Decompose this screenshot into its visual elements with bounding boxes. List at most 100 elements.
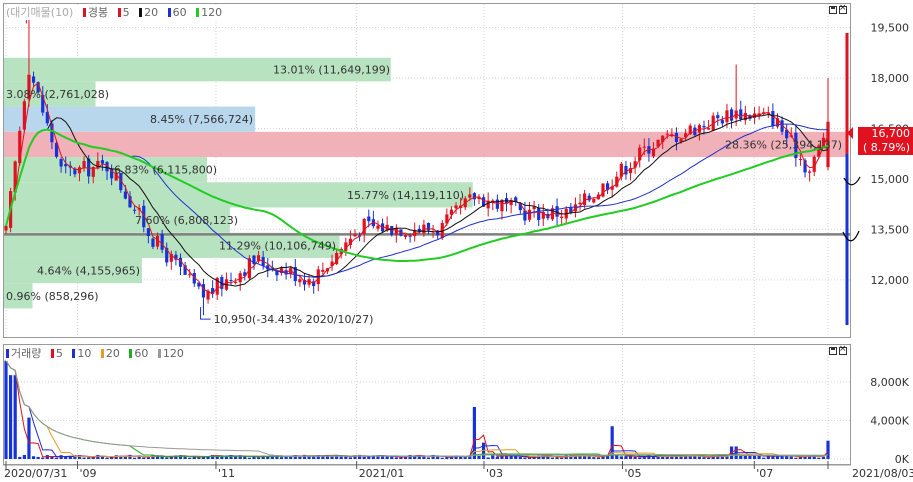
x-tick-label: '07 bbox=[756, 467, 773, 480]
candle-body bbox=[665, 133, 669, 135]
volume-bar bbox=[794, 457, 798, 459]
price-y-tick-label: 13,500 bbox=[871, 223, 910, 236]
candle-body bbox=[798, 158, 803, 160]
volume-bar bbox=[518, 456, 522, 459]
volume-profile-label: 3.08% (2,761,028) bbox=[6, 88, 109, 101]
volume-bar bbox=[477, 455, 481, 459]
candle-body bbox=[298, 279, 302, 283]
candle-body bbox=[100, 160, 105, 164]
volume-bar bbox=[426, 457, 431, 459]
candle-body bbox=[367, 216, 371, 222]
candle-body bbox=[77, 167, 82, 174]
volume-y-tick-label: 8,000K bbox=[870, 376, 909, 389]
legend-item-ma20: 20 bbox=[144, 6, 159, 19]
candle-body bbox=[725, 110, 729, 123]
volume-ma-120 bbox=[5, 360, 829, 457]
price-panel-maximize-icon[interactable] bbox=[829, 6, 837, 14]
volume-bar bbox=[486, 457, 490, 459]
volume-profile-label: 15.77% (14,119,110) bbox=[347, 189, 464, 202]
volume-chart-canvas[interactable]: 8,000K 4,000K 0K 2020/07/31 '09 '11 2021/01 '03… bbox=[0, 341, 913, 482]
volume-bar bbox=[18, 456, 22, 459]
volume-bar bbox=[514, 456, 518, 459]
candle-body bbox=[583, 193, 587, 206]
current-price-change: ( 8.79%) bbox=[862, 141, 910, 154]
volume-bar bbox=[394, 457, 398, 459]
vol-legend-swatch-10 bbox=[72, 349, 76, 358]
candle-body bbox=[771, 111, 775, 127]
volume-panel-maximize-icon[interactable] bbox=[829, 347, 837, 355]
volume-bar bbox=[560, 457, 564, 459]
candle-body bbox=[578, 202, 582, 205]
volume-panel-close-icon[interactable] bbox=[839, 343, 847, 355]
vol-legend-swatch-120 bbox=[157, 349, 161, 358]
volume-bar bbox=[234, 456, 238, 459]
candle-body bbox=[495, 199, 499, 209]
volume-bar bbox=[68, 456, 72, 459]
price-panel-close-icon[interactable] bbox=[839, 2, 847, 14]
volume-bar bbox=[665, 456, 669, 459]
candle-body bbox=[4, 225, 8, 231]
volume-bar bbox=[256, 457, 261, 459]
current-price-tag: 16,700 ( 8.79%) bbox=[858, 127, 913, 155]
volume-profile-label: 13.01% (11,649,199) bbox=[273, 64, 390, 77]
candle-body bbox=[679, 138, 683, 142]
legend-item-ma120: 120 bbox=[201, 6, 223, 19]
candle-body bbox=[146, 228, 150, 236]
volume-bar bbox=[298, 456, 302, 459]
x-tick-label: 2021/01 bbox=[359, 467, 405, 480]
vol-legend-item-5: 5 bbox=[55, 347, 63, 360]
volume-bar bbox=[183, 456, 187, 459]
candle-body bbox=[537, 207, 541, 220]
x-tick-label: 2021/08/03 bbox=[852, 467, 913, 480]
volume-bar bbox=[87, 457, 91, 459]
volume-bar bbox=[596, 457, 600, 459]
volume-ma-60 bbox=[5, 360, 829, 458]
price-y-tick-label: 12,000 bbox=[871, 274, 910, 287]
volume-profile-label: 11.29% (10,106,749) bbox=[219, 239, 336, 252]
candle-body bbox=[468, 194, 472, 198]
volume-bar bbox=[224, 456, 229, 459]
vol-legend-swatch-20 bbox=[100, 349, 104, 358]
volume-bar bbox=[752, 455, 757, 459]
volume-bar bbox=[651, 457, 656, 459]
volume-bar bbox=[13, 375, 17, 459]
volume-bar bbox=[495, 456, 499, 459]
volume-bar bbox=[583, 456, 587, 459]
volume-bar bbox=[523, 457, 527, 459]
x-tick-label: 2020/07/31 bbox=[4, 467, 67, 480]
volume-bar bbox=[146, 457, 150, 459]
volume-bar bbox=[41, 457, 45, 459]
volume-bar bbox=[619, 456, 623, 459]
price-chart-canvas[interactable]: 19,50018,00016,50015,00013,50012,00013.0… bbox=[0, 0, 913, 340]
candle-body bbox=[729, 109, 734, 121]
legend-swatch-ma120 bbox=[196, 8, 200, 17]
volume-bar bbox=[247, 457, 251, 459]
vol-legend-swatch-5 bbox=[50, 349, 54, 358]
volume-bar bbox=[279, 457, 284, 459]
volume-ma-10 bbox=[5, 360, 829, 458]
legend-item-ma5: 5 bbox=[122, 6, 130, 19]
volume-bar bbox=[165, 457, 169, 459]
candle-body bbox=[151, 238, 155, 247]
volume-chart-panel[interactable]: 8,000K 4,000K 0K 2020/07/31 '09 '11 2021/01 '03… bbox=[0, 341, 913, 482]
volume-bar bbox=[440, 457, 444, 459]
legend-swatch-ma5 bbox=[117, 8, 121, 17]
price-y-tick-label: 18,000 bbox=[871, 72, 910, 85]
candle-body bbox=[592, 198, 596, 203]
candle-body bbox=[353, 234, 357, 237]
volume-profile-label: 7.60% (6,808,123) bbox=[135, 214, 238, 227]
volume-bar bbox=[592, 457, 596, 459]
volume-bar bbox=[775, 456, 780, 459]
volume-bar bbox=[463, 457, 467, 459]
volume-bar bbox=[266, 456, 270, 459]
volume-bar bbox=[339, 456, 343, 459]
candle-body bbox=[702, 125, 706, 128]
vol-legend-item-10: 10 bbox=[77, 347, 92, 360]
candle-body bbox=[601, 183, 605, 197]
price-chart-panel[interactable]: 19,50018,00016,50015,00013,50012,00013.0… bbox=[0, 0, 913, 340]
volume-bar bbox=[22, 454, 26, 459]
volume-y-tick-label: 4,000K bbox=[870, 414, 909, 427]
volume-bar bbox=[550, 457, 555, 459]
volume-profile-label: 28.36% (25,394,137) bbox=[725, 138, 842, 151]
x-tick-label: '05 bbox=[625, 467, 642, 480]
